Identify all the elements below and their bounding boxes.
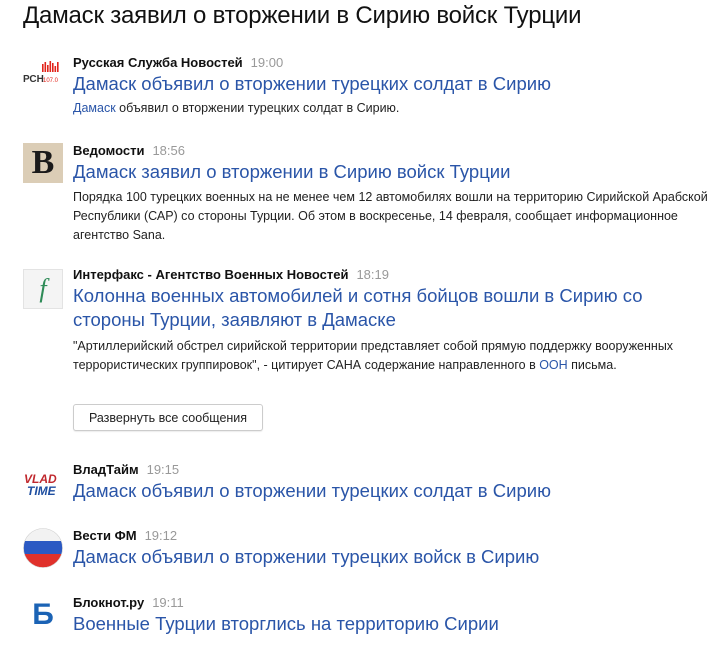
svg-text:TIME: TIME: [27, 484, 57, 498]
source-name[interactable]: Вести ФМ: [73, 528, 137, 543]
news-headline[interactable]: Дамаск объявил о вторжении турецких солд…: [73, 479, 713, 503]
news-source[interactable]: Вести ФМ 19:12: [73, 528, 177, 543]
news-source[interactable]: Русская Служба Новостей 19:00: [73, 55, 283, 70]
snippet-link[interactable]: Дамаск: [73, 101, 116, 115]
news-time: 19:00: [250, 55, 284, 70]
news-item: VLAD TIME ВладТайм 19:15 Дамаск объявил о…: [23, 462, 713, 506]
news-source[interactable]: Интерфакс - Агентство Военных Новостей 18…: [73, 267, 389, 282]
snippet-text: объявил о вторжении турецких солдат в Си…: [115, 101, 400, 115]
news-headline[interactable]: Колонна военных автомобилей и сотня бойц…: [73, 284, 713, 332]
news-source[interactable]: ВладТайм 19:15: [73, 462, 179, 477]
blocknot-logo-letter: Б: [32, 598, 54, 631]
news-item: В Ведомости 18:56 Дамаск заявил о вторжен…: [23, 143, 713, 243]
news-source[interactable]: Блокнот.ру 19:11: [73, 595, 184, 610]
vesti-fm-logo[interactable]: [23, 528, 63, 568]
news-headline[interactable]: Дамаск объявил о вторжении турецких войс…: [73, 545, 713, 569]
page-title: Дамаск заявил о вторжении в Сирию войск …: [23, 2, 582, 29]
svg-text:107.0: 107.0: [43, 78, 59, 84]
source-name[interactable]: Интерфакс - Агентство Военных Новостей: [73, 267, 348, 282]
source-name[interactable]: Ведомости: [73, 143, 144, 158]
snippet-text-end: письма.: [567, 358, 617, 372]
news-snippet: "Артиллерийский обстрел сирийской террит…: [73, 337, 718, 375]
news-time: 18:19: [356, 267, 389, 282]
news-item: Вести ФМ 19:12 Дамаск объявил о вторжении…: [23, 528, 713, 572]
russian-flag-icon: [23, 528, 63, 568]
news-snippet: Порядка 100 турецких военных на не менее…: [73, 190, 708, 242]
news-snippet: Дамаск объявил о вторжении турецких солд…: [73, 99, 713, 118]
interfax-logo-letter: f: [39, 274, 47, 303]
news-headline[interactable]: Дамаск объявил о вторжении турецких солд…: [73, 72, 713, 96]
source-name[interactable]: Русская Служба Новостей: [73, 55, 243, 70]
news-headline[interactable]: Дамаск заявил о вторжении в Сирию войск …: [73, 160, 713, 184]
vladtime-logo[interactable]: VLAD TIME: [23, 464, 63, 504]
source-name[interactable]: ВладТайм: [73, 462, 139, 477]
news-time: 19:11: [152, 595, 184, 610]
news-time: 19:12: [144, 528, 178, 543]
news-source[interactable]: Ведомости 18:56: [73, 143, 185, 158]
rsn-logo-graphic: РСН 107.0: [23, 61, 59, 85]
snippet-link[interactable]: ООН: [539, 358, 567, 372]
rsn-logo[interactable]: РСН 107.0: [23, 60, 63, 100]
source-name[interactable]: Блокнот.ру: [73, 595, 144, 610]
vedomosti-logo[interactable]: В: [23, 143, 63, 183]
news-time: 19:15: [146, 462, 180, 477]
news-headline[interactable]: Военные Турции вторглись на территорию С…: [73, 612, 713, 636]
blocknot-logo[interactable]: Б: [23, 595, 63, 635]
news-time: 18:56: [152, 143, 185, 158]
news-item: f Интерфакс - Агентство Военных Новостей…: [23, 267, 713, 377]
news-item: РСН 107.0 Русская Служба Новостей 19:00 Д…: [23, 55, 713, 121]
interfax-logo[interactable]: f: [23, 269, 63, 309]
news-item: Б Блокнот.ру 19:11 Военные Турции вторгли…: [23, 595, 713, 639]
svg-text:РСН: РСН: [23, 74, 44, 85]
expand-all-button[interactable]: Развернуть все сообщения: [73, 404, 263, 431]
vladtime-logo-graphic: VLAD TIME: [23, 470, 63, 498]
vedomosti-logo-letter: В: [31, 144, 55, 181]
